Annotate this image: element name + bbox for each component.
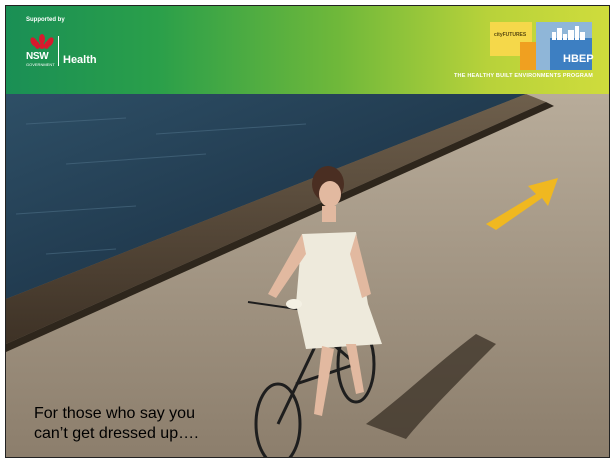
- nsw-wordmark: NSW: [26, 51, 49, 62]
- slide: Supported by NSW GOVERNMENT Health cityF…: [5, 5, 610, 458]
- caption-line-2: can’t get dressed up….: [34, 425, 199, 442]
- nsw-government-label: GOVERNMENT: [26, 62, 55, 67]
- logo-divider: [58, 36, 59, 66]
- caption-line-1: For those who say you: [34, 405, 195, 422]
- supported-by-label: Supported by: [26, 17, 65, 23]
- hbep-label: HBEP: [563, 53, 594, 65]
- slide-caption: For those who say you can’t get dressed …: [34, 404, 199, 444]
- health-label: Health: [63, 54, 97, 66]
- program-tagline: THE HEALTHY BUILT ENVIRONMENTS PROGRAM: [454, 73, 593, 79]
- cityfutures-label: cityFUTURES: [494, 32, 527, 38]
- cyclist-photo: [6, 94, 609, 457]
- header-banner: Supported by NSW GOVERNMENT Health cityF…: [6, 6, 609, 94]
